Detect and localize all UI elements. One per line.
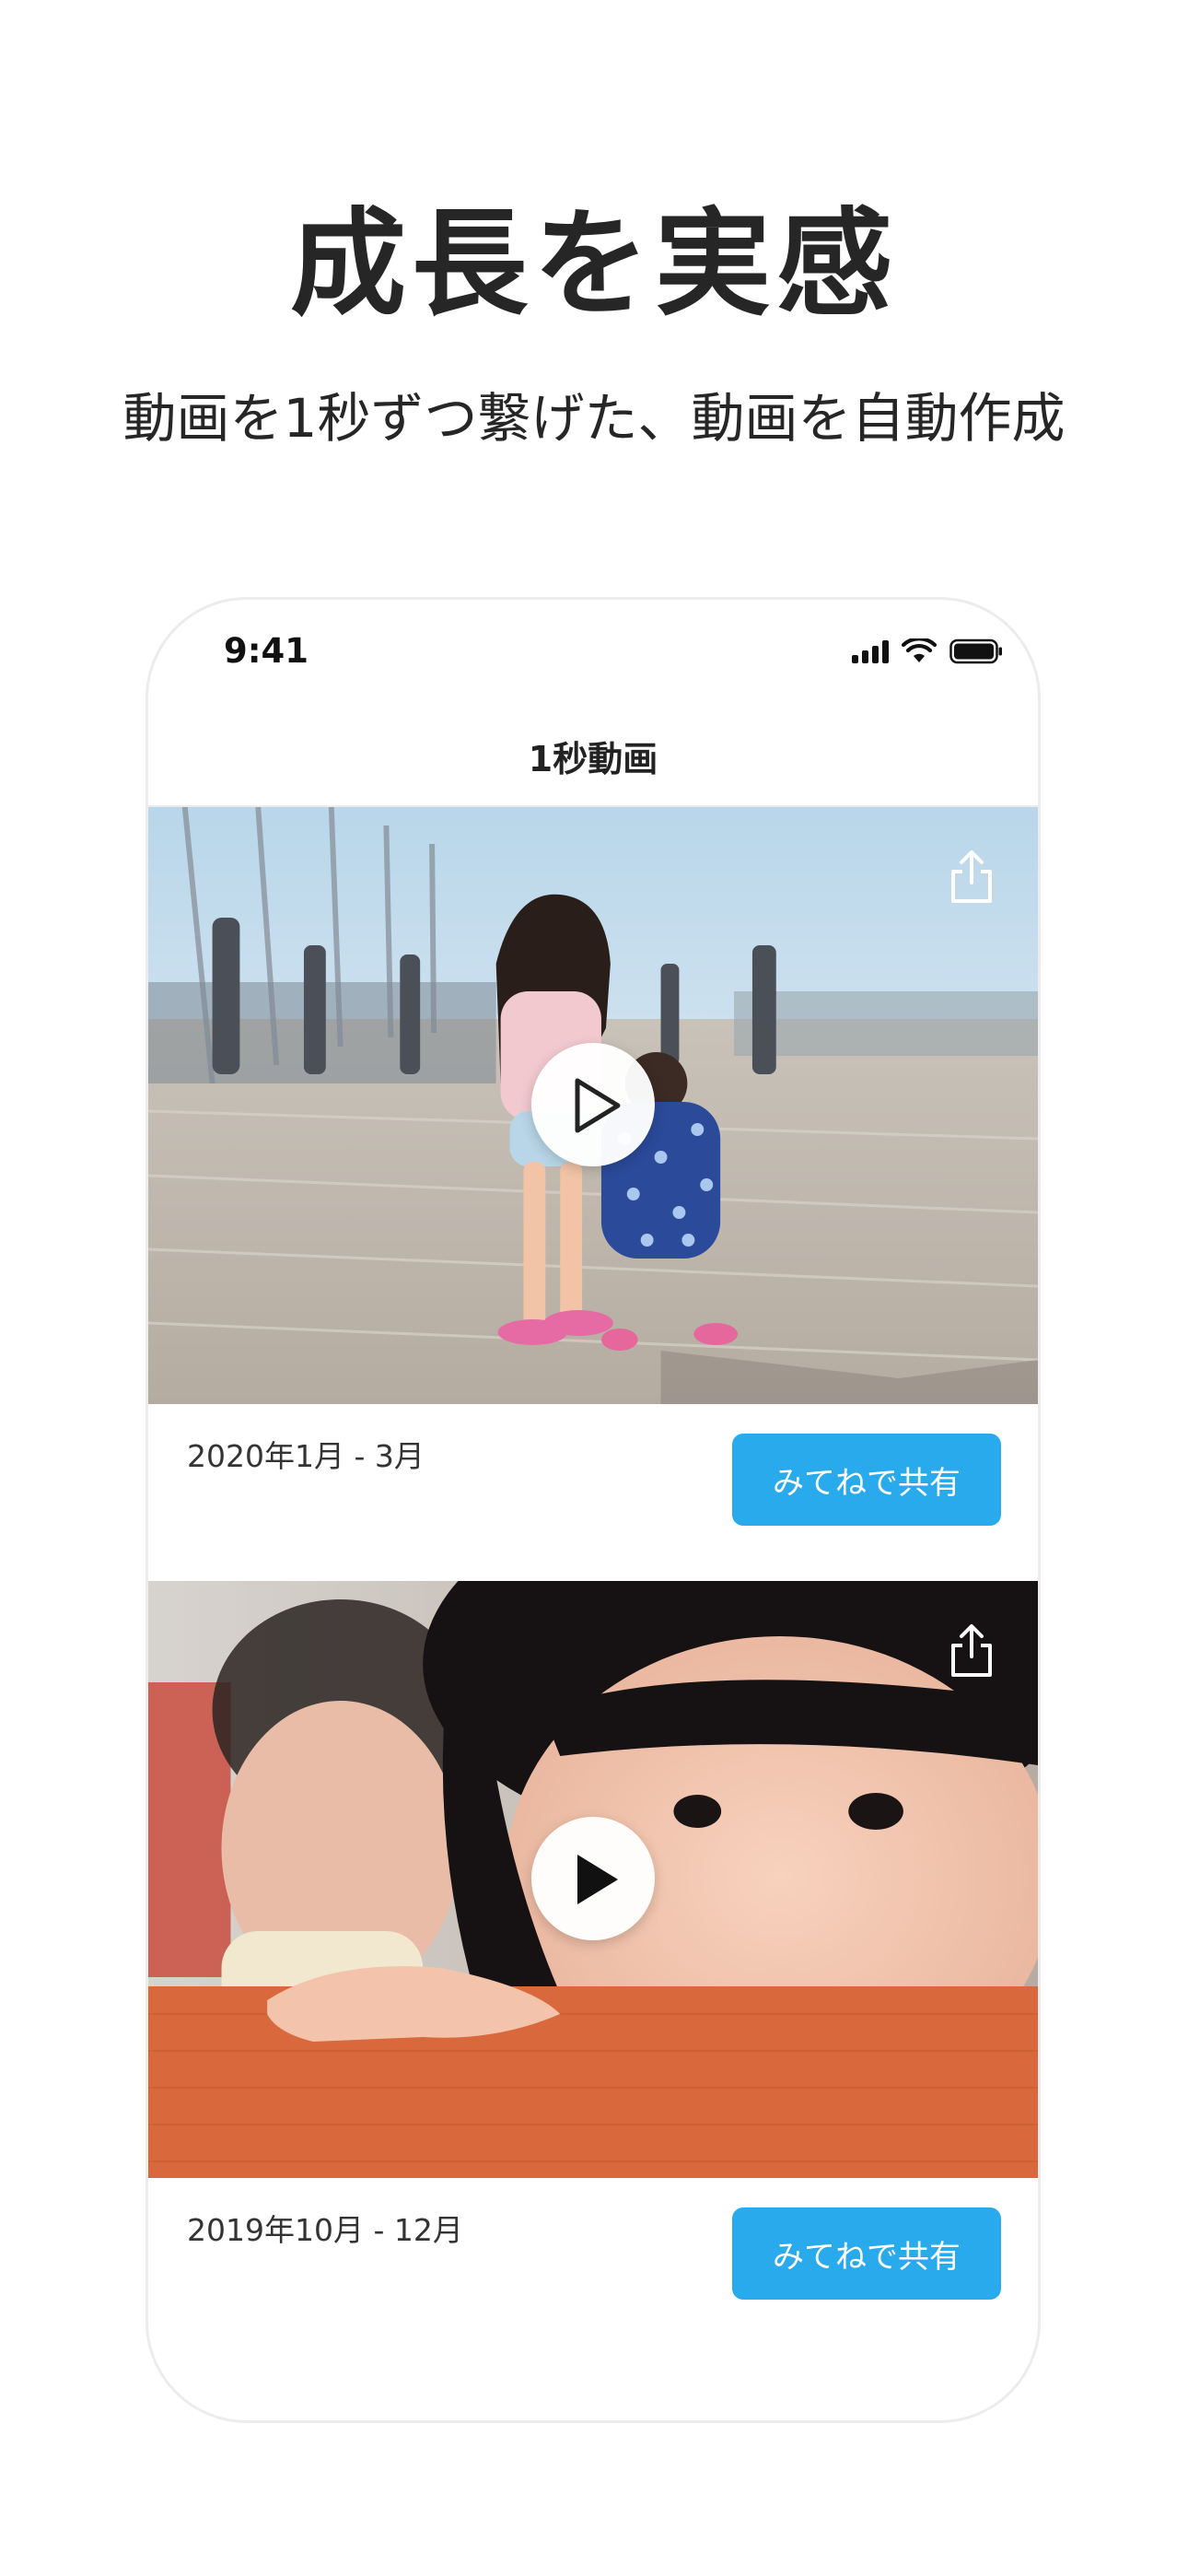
wifi-icon (902, 638, 937, 664)
video-thumbnail[interactable] (148, 1581, 1038, 2178)
play-icon (577, 1855, 618, 1904)
play-icon (575, 1078, 621, 1133)
signal-icon (852, 639, 889, 663)
status-icons (852, 633, 1003, 670)
date-range: 2019年10月 - 12月 (187, 2212, 463, 2248)
play-button[interactable] (531, 1817, 655, 1940)
headline: 成長を実感 (290, 196, 898, 332)
video-meta: 2019年10月 - 12月 みてねで共有 (148, 2178, 1038, 2353)
subheadline: 動画を1秒ずつ繋げた、動画を自動作成 (122, 387, 1066, 450)
share-button[interactable]: みてねで共有 (732, 1434, 1001, 1526)
share-button[interactable]: みてねで共有 (732, 2207, 1001, 2300)
play-button[interactable] (531, 1043, 655, 1166)
nav-title: 1秒動画 (528, 739, 658, 779)
video-card: 2019年10月 - 12月 みてねで共有 (148, 1581, 1038, 2353)
phone-frame: 9:41 1秒動画 2020年1月 - 3月 みてねで共有 2019年10月 -… (146, 597, 1041, 2423)
share-icon[interactable] (948, 1623, 996, 1679)
status-time: 9:41 (224, 631, 309, 671)
video-meta: 2020年1月 - 3月 みてねで共有 (148, 1404, 1038, 1579)
battery-icon (949, 638, 1003, 664)
date-range: 2020年1月 - 3月 (187, 1438, 425, 1474)
video-thumbnail[interactable] (148, 807, 1038, 1404)
video-card: 2020年1月 - 3月 みてねで共有 (148, 807, 1038, 1579)
share-icon[interactable] (948, 849, 996, 905)
